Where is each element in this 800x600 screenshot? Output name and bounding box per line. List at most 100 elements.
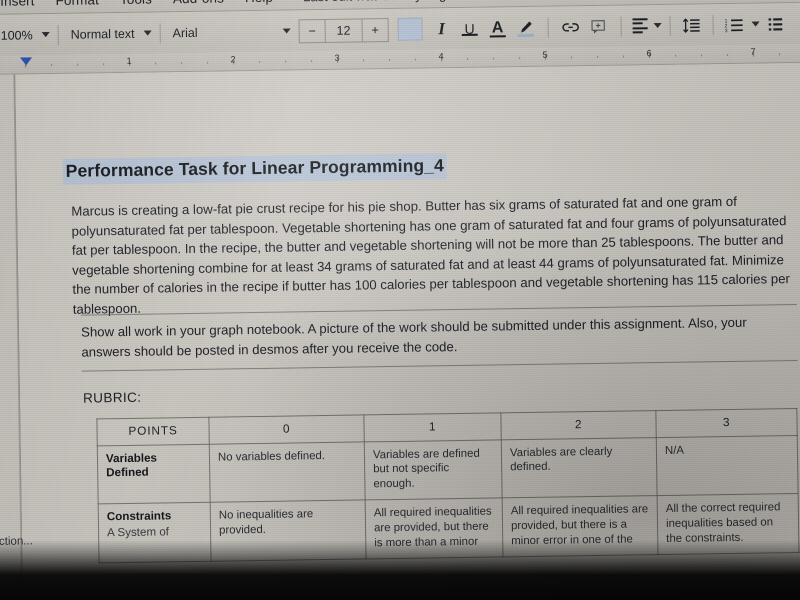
align-button[interactable] [630, 13, 650, 38]
rubric-cell: Variables are defined but not specific e… [364, 439, 503, 501]
rubric-cell: All required inequalities are provided, … [365, 498, 503, 560]
instructions-paragraph: Show all work in your graph notebook. A … [81, 314, 747, 360]
toolbar-divider [669, 15, 671, 36]
ruler-minor-tick [155, 62, 157, 65]
ruler-minor-tick [103, 63, 105, 66]
insert-link-icon [562, 22, 579, 32]
menu-item-format[interactable]: Format [55, 0, 99, 7]
column-header-points: POINTS [96, 417, 210, 446]
ruler-minor-tick [51, 64, 53, 67]
toolbar-divider [712, 14, 714, 35]
ruler-number: 6 [646, 48, 652, 59]
ruler-minor-tick [493, 57, 495, 60]
bulleted-list-button[interactable] [765, 11, 785, 36]
criterion-name: Variables Defined [105, 451, 158, 480]
ruler-minor-tick [389, 59, 391, 62]
font-size-stepper[interactable]: − 12 + [298, 17, 389, 43]
insert-link-button[interactable] [557, 14, 583, 39]
ruler-number: 3 [334, 52, 340, 63]
criterion-cell: Constraints A System of [98, 502, 212, 564]
menu-item-add-ons[interactable]: Add-ons [173, 0, 224, 6]
toolbar-divider [57, 24, 59, 45]
chevron-down-icon [282, 28, 291, 34]
ruler-minor-tick [675, 54, 677, 57]
ruler-minor-tick [207, 61, 209, 64]
column-header-0: 0 [208, 414, 365, 444]
add-comment-button[interactable] [585, 14, 611, 39]
ruler-minor-tick [311, 60, 313, 63]
chevron-down-icon[interactable] [653, 22, 662, 29]
add-comment-icon [591, 20, 606, 34]
line-spacing-icon [682, 17, 700, 33]
align-left-icon [632, 17, 649, 34]
document-canvas: Performance Task for Linear Programming_… [0, 62, 800, 588]
ruler-minor-tick [363, 59, 365, 62]
highlight-color-underline [517, 33, 534, 38]
paragraph-style-dropdown[interactable]: Normal text [71, 26, 152, 41]
ruler-minor-tick [779, 53, 781, 56]
zoom-level-dropdown[interactable]: 100% [0, 27, 50, 43]
rubric-cell: No inequalities are provided. [210, 500, 367, 562]
ruler-minor-tick [259, 60, 261, 63]
rubric-cell: No variables defined. [209, 441, 366, 503]
menu-item-tools[interactable]: Tools [120, 0, 152, 7]
numbered-list-button[interactable]: 1 2 3 [722, 12, 746, 37]
menu-item-help[interactable]: Help [245, 0, 273, 5]
ruler-minor-tick [727, 53, 729, 57]
decrease-font-size-button[interactable]: − [299, 19, 326, 42]
svg-text:3: 3 [725, 28, 728, 33]
chevron-down-icon[interactable] [751, 21, 760, 27]
ruler-minor-tick [571, 56, 573, 59]
increase-font-size-button[interactable]: + [361, 18, 388, 41]
column-header-1: 1 [363, 412, 502, 442]
font-family-label: Arial [172, 25, 198, 40]
ruler-minor-tick [285, 60, 287, 63]
page-title: Performance Task for Linear Programming_… [62, 153, 448, 185]
body-paragraph: Marcus is creating a low-fat pie crust r… [71, 193, 790, 317]
ruler-minor-tick [415, 58, 417, 61]
italic-button[interactable]: I [428, 16, 454, 41]
rubric-cell: N/A [656, 435, 799, 496]
font-family-dropdown[interactable]: Arial [172, 24, 291, 40]
highlight-color-button[interactable] [512, 15, 538, 40]
italic-icon: I [438, 19, 446, 39]
column-header-2: 2 [500, 410, 657, 440]
ruler-minor-tick [597, 55, 599, 58]
ruler-number: 5 [542, 49, 548, 60]
ruler-minor-tick [181, 62, 183, 65]
table-row: Constraints A System of No inequalities … [98, 493, 799, 564]
ruler-number: 4 [438, 51, 444, 62]
column-header-3: 3 [655, 408, 798, 438]
toolbar-divider [547, 17, 549, 38]
ruler-minor-tick [77, 63, 79, 66]
text-color-swatch[interactable] [397, 17, 423, 41]
chevron-down-icon [143, 30, 152, 36]
chevron-down-icon [41, 32, 50, 38]
ruler-minor-tick [467, 57, 469, 60]
last-edit-status[interactable]: Last edit was 10 days ago [303, 0, 454, 4]
menu-item-insert[interactable]: Insert [0, 0, 35, 8]
document-page[interactable]: Performance Task for Linear Programming_… [15, 62, 800, 588]
line-spacing-button[interactable] [679, 12, 703, 37]
text-color-icon: A [491, 18, 504, 37]
text-color-button[interactable]: A [484, 15, 510, 40]
ruler-minor-tick [701, 54, 703, 57]
document-editor-window: Insert Format Tools Add-ons Help Last ed… [0, 0, 800, 588]
rubric-cell: All the correct required inequalities ba… [657, 493, 799, 555]
criterion-name: Constraints [106, 509, 172, 524]
font-size-input[interactable]: 12 [325, 19, 361, 42]
ruler-minor-tick [623, 55, 625, 58]
horizontal-divider [81, 360, 798, 372]
rubric-table: POINTS 0 1 2 3 Variables Defined No vari… [96, 408, 799, 564]
table-row: Variables Defined No variables defined. … [97, 435, 799, 505]
zoom-level-label: 100% [0, 27, 33, 43]
paragraph-style-label: Normal text [70, 26, 135, 42]
underline-button[interactable]: U [456, 16, 482, 41]
criterion-subtitle: A System of [106, 525, 170, 540]
indent-marker-icon[interactable] [20, 57, 33, 66]
criterion-cell: Variables Defined [97, 443, 211, 505]
rubric-heading: RUBRIC: [82, 389, 142, 406]
numbered-list-icon: 1 2 3 [724, 18, 743, 33]
ruler-minor-tick [519, 57, 521, 60]
